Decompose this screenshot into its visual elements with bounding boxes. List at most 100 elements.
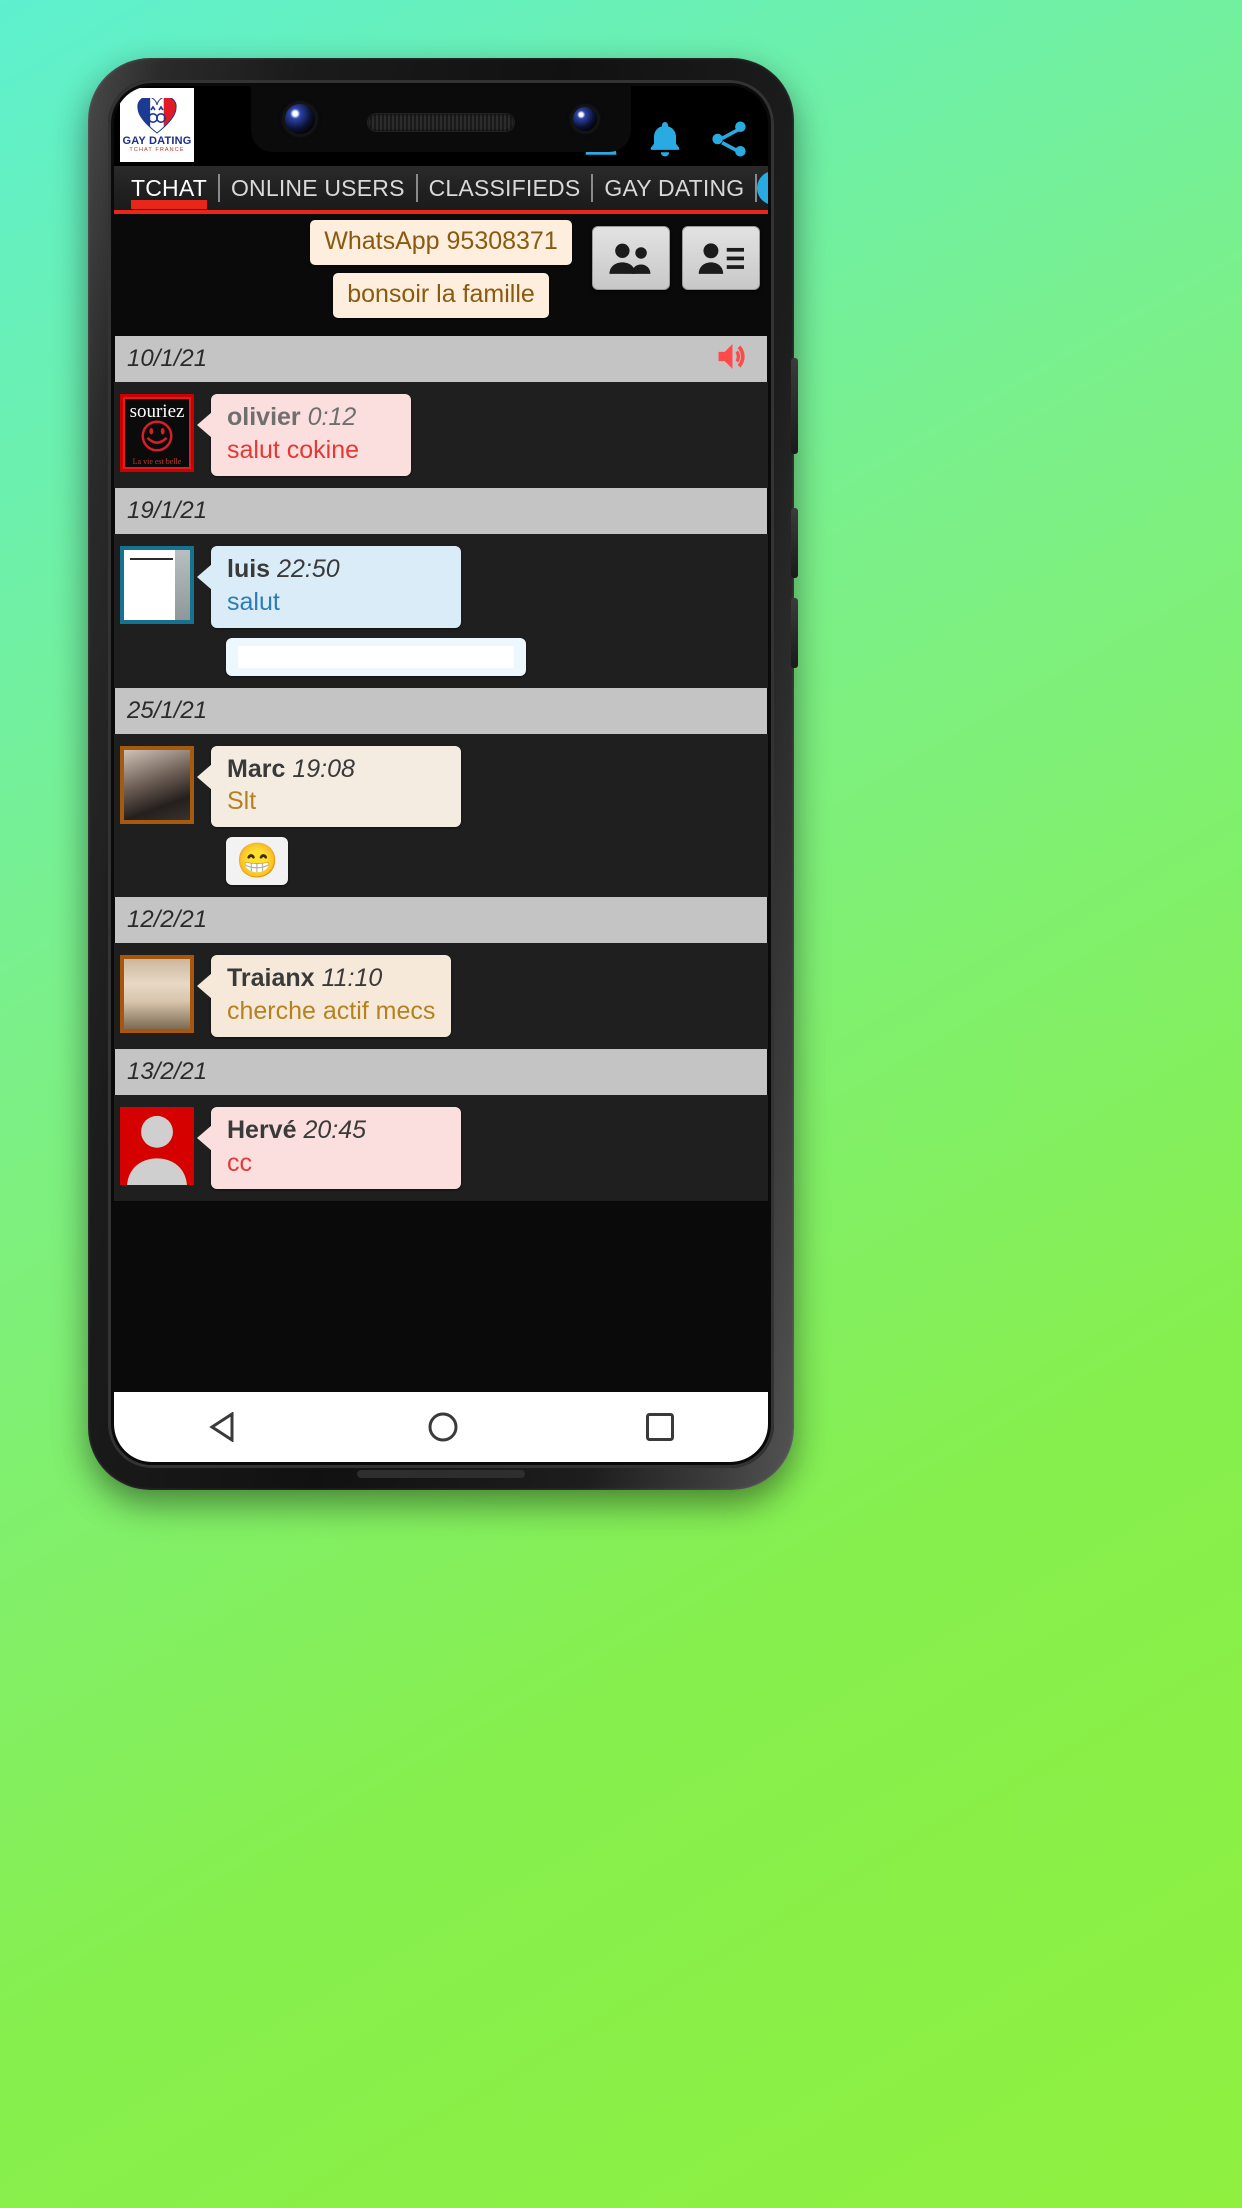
message-row[interactable]: Traianx 11:10 cherche actif mecs [114, 955, 768, 1037]
front-camera-icon [285, 104, 315, 134]
chat-scroll-area[interactable]: WhatsApp 95308371 bonsoir la famille 10/… [114, 214, 768, 1392]
avatar[interactable] [120, 1107, 194, 1185]
date-separator: 10/1/21 [115, 336, 767, 382]
message-group: Traianx 11:10 cherche actif mecs [114, 943, 768, 1049]
sound-icon [718, 344, 745, 369]
heart-flag-logo-icon [137, 97, 177, 134]
message-group: luis 22:50 salut [114, 533, 768, 688]
message-bubble[interactable]: olivier 0:12 salut cokine [197, 394, 411, 476]
smiley-icon [141, 420, 173, 452]
pinned-action-buttons [592, 226, 760, 290]
date-label: 13/2/21 [127, 1058, 208, 1085]
attachment-row [114, 637, 768, 676]
tab-classifieds[interactable]: CLASSIFIEDS [418, 175, 592, 202]
message-row[interactable]: Hervé 20:45 cc [114, 1107, 768, 1189]
message-header: Hervé 20:45 [227, 1116, 445, 1145]
emoji-reaction[interactable]: 😁 [226, 837, 289, 886]
message-bubble[interactable]: Traianx 11:10 cherche actif mecs [196, 955, 452, 1037]
nav-back-button[interactable] [207, 1412, 241, 1442]
phone-screen: GAY DATING TCHAT FRANCE TCHAT ONLINE USE… [114, 86, 768, 1462]
message-bubble[interactable]: Hervé 20:45 cc [197, 1107, 461, 1189]
volume-up-button[interactable] [791, 508, 798, 578]
earpiece-speaker [368, 114, 514, 131]
message-row[interactable]: luis 22:50 salut [114, 545, 768, 628]
tab-tchat[interactable]: TCHAT [120, 175, 218, 209]
message-text: salut cokine [227, 435, 360, 464]
two-people-icon [609, 243, 651, 274]
app-logo-subtitle: TCHAT FRANCE [129, 146, 185, 153]
message-time: 19:08 [292, 754, 355, 783]
nav-recents-button[interactable] [645, 1412, 675, 1442]
user-list-button[interactable] [682, 226, 760, 290]
phone-bezel: GAY DATING TCHAT FRANCE TCHAT ONLINE USE… [108, 80, 774, 1468]
pinned-message-greeting[interactable]: bonsoir la famille [333, 273, 549, 318]
android-nav-bar [114, 1392, 768, 1462]
tab-online-users[interactable]: ONLINE USERS [220, 175, 416, 202]
power-button[interactable] [791, 358, 798, 454]
message-sender: luis [227, 554, 271, 583]
share-icon[interactable] [708, 118, 750, 160]
tab-overflow-icon[interactable] [757, 171, 768, 205]
phone-frame: GAY DATING TCHAT FRANCE TCHAT ONLINE USE… [88, 58, 798, 1490]
message-sender: Traianx [227, 964, 315, 993]
tab-gay-dating[interactable]: GAY DATING [593, 175, 755, 202]
message-row[interactable]: souriez La vie est belle olivier 0:12 sa… [114, 394, 768, 476]
date-label: 25/1/21 [127, 696, 208, 724]
person-list-icon [698, 243, 744, 274]
date-separator: 25/1/21 [115, 687, 767, 734]
message-text: cherche actif mecs [227, 997, 436, 1025]
message-sender: olivier [227, 403, 301, 431]
placeholder-person-icon [127, 1115, 187, 1185]
message-row[interactable]: Marc 19:08 Slt [114, 745, 768, 828]
message-header: Traianx 11:10 [227, 964, 435, 993]
bubble-wrap: luis 22:50 salut [197, 545, 461, 628]
bubble-wrap: Traianx 11:10 cherche actif mecs [196, 955, 452, 1037]
date-separator: 19/1/21 [115, 487, 767, 534]
date-label: 12/2/21 [127, 906, 208, 934]
message-text: cc [227, 1148, 252, 1177]
message-bubble[interactable]: Marc 19:08 Slt [197, 745, 461, 828]
secondary-camera-icon [573, 107, 597, 131]
bubble-wrap: Marc 19:08 Slt [197, 745, 461, 828]
users-group-button[interactable] [592, 226, 670, 290]
date-separator: 12/2/21 [115, 897, 767, 944]
date-separator: 13/2/21 [115, 1049, 767, 1095]
nav-home-button[interactable] [427, 1411, 459, 1443]
app-logo-title: GAY DATING [122, 134, 192, 147]
image-thumbnail [238, 645, 514, 668]
message-group: Marc 19:08 Slt 😁 [114, 733, 768, 898]
message-group: souriez La vie est belle olivier 0:12 sa… [114, 382, 768, 488]
pinned-message-whatsapp[interactable]: WhatsApp 95308371 [310, 220, 572, 265]
bubble-wrap: Hervé 20:45 cc [197, 1107, 461, 1189]
volume-down-button[interactable] [791, 598, 798, 668]
message-header: olivier 0:12 [227, 403, 395, 432]
message-header: Marc 19:08 [227, 755, 445, 784]
date-label: 10/1/21 [127, 345, 208, 372]
message-time: 22:50 [277, 554, 340, 583]
sound-toggle[interactable] [715, 340, 753, 379]
app-logo[interactable]: GAY DATING TCHAT FRANCE [120, 88, 194, 162]
bell-icon[interactable] [644, 118, 686, 160]
message-text: Slt [227, 787, 257, 816]
pinned-announcements: WhatsApp 95308371 bonsoir la famille [114, 214, 768, 336]
tab-bar[interactable]: TCHAT ONLINE USERS CLASSIFIEDS GAY DATIN… [114, 166, 768, 214]
message-sender: Hervé [227, 1116, 297, 1144]
avatar[interactable] [120, 745, 194, 824]
avatar[interactable]: souriez La vie est belle [120, 394, 194, 472]
date-label: 19/1/21 [127, 496, 208, 524]
message-time: 11:10 [321, 964, 383, 993]
message-sender: Marc [227, 754, 286, 783]
image-attachment[interactable] [226, 637, 526, 676]
message-bubble[interactable]: luis 22:50 salut [197, 545, 461, 628]
message-group: Hervé 20:45 cc [114, 1095, 768, 1201]
message-time: 0:12 [307, 403, 357, 431]
avatar[interactable] [120, 545, 194, 624]
phone-notch [251, 86, 631, 152]
message-text: salut [227, 587, 280, 616]
message-header: luis 22:50 [227, 555, 445, 584]
avatar[interactable] [120, 955, 194, 1034]
reaction-row: 😁 [114, 837, 768, 886]
bubble-wrap: olivier 0:12 salut cokine [197, 394, 411, 476]
bottom-speaker-grille [357, 1470, 525, 1478]
message-time: 20:45 [303, 1116, 367, 1144]
